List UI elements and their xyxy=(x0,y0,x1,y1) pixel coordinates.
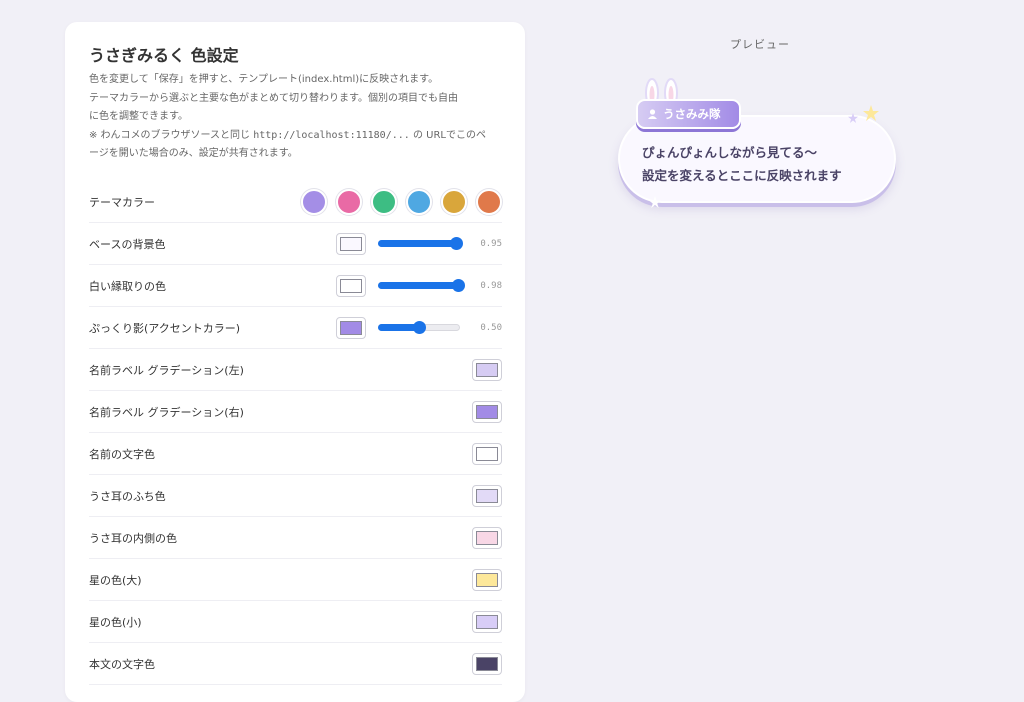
preview-title: プレビュー xyxy=(730,38,790,51)
description: 色を変更して「保存」を押すと、テンプレート(index.html)に反映されます… xyxy=(89,71,519,164)
setting-row: 白い縁取りの色 0.98 xyxy=(89,265,502,307)
user-icon xyxy=(648,109,657,119)
slider-knob[interactable] xyxy=(449,237,463,250)
theme-color-dot[interactable] xyxy=(301,188,327,215)
theme-color-dot[interactable] xyxy=(441,188,467,215)
theme-color-dot[interactable] xyxy=(406,188,432,215)
color-picker-fill xyxy=(340,278,362,293)
note-line: ※ わんコメのブラウザソースと同じ http://localhost:11180… xyxy=(89,127,519,146)
setting-controls: 0.50 xyxy=(336,316,502,339)
opacity-slider[interactable] xyxy=(378,279,466,292)
setting-row: うさ耳の内側の色 xyxy=(89,517,502,559)
settings-list: テーマカラー ベースの背景色 0.95 白い縁取りの色 0.98 ぷっくり影(アクセント… xyxy=(89,181,502,685)
color-picker-fill xyxy=(476,614,498,629)
color-picker-fill xyxy=(476,446,498,461)
setting-row: ぷっくり影(アクセントカラー) 0.50 xyxy=(89,307,502,349)
star-small-icon xyxy=(848,113,858,123)
setting-label: 星の色(大) xyxy=(89,573,142,587)
color-picker-fill xyxy=(476,362,498,377)
setting-label: 本文の文字色 xyxy=(89,657,155,671)
setting-row: 星の色(小) xyxy=(89,601,502,643)
setting-row: 星の色(大) xyxy=(89,559,502,601)
setting-label: 白い縁取りの色 xyxy=(89,279,166,293)
panel-title: うさぎみるく 色設定 xyxy=(89,46,239,65)
setting-controls xyxy=(472,526,502,549)
comment-text: ぴょんぴょんしながら見てる〜 設定を変えるとここに反映されます xyxy=(642,141,842,187)
theme-color-options xyxy=(292,188,502,215)
setting-row: 本文の文字色 xyxy=(89,643,502,685)
setting-label: ぷっくり影(アクセントカラー) xyxy=(89,321,241,335)
color-picker-fill xyxy=(476,404,498,419)
setting-controls xyxy=(472,568,502,591)
description-line: に色を調整できます。 xyxy=(89,111,188,122)
description-line: 色を変更して「保存」を押すと、テンプレート(index.html)に反映されます… xyxy=(89,74,439,85)
color-picker[interactable] xyxy=(472,610,502,633)
theme-color-row: テーマカラー xyxy=(89,181,502,223)
comment-line: 設定を変えるとここに反映されます xyxy=(642,168,842,183)
name-text: うさみみ隊 xyxy=(663,107,721,121)
color-picker[interactable] xyxy=(336,274,366,297)
color-picker[interactable] xyxy=(336,316,366,339)
opacity-value: 0.95 xyxy=(480,238,502,249)
slider-progress xyxy=(378,240,456,247)
color-picker[interactable] xyxy=(472,400,502,423)
setting-controls xyxy=(472,652,502,675)
opacity-slider[interactable] xyxy=(378,237,463,250)
theme-color-dot[interactable] xyxy=(336,188,362,215)
settings-panel: うさぎみるく 色設定 色を変更して「保存」を押すと、テンプレート(index.h… xyxy=(65,22,525,702)
slider-progress xyxy=(378,282,459,289)
theme-color-dot[interactable] xyxy=(476,188,502,215)
note-prefix: ※ わんコメのブラウザソースと同じ xyxy=(89,129,251,141)
setting-row: 名前の文字色 xyxy=(89,433,502,475)
setting-label: うさ耳の内側の色 xyxy=(89,531,177,545)
color-picker[interactable] xyxy=(472,442,502,465)
theme-color-dot[interactable] xyxy=(371,188,397,215)
note-line-2: ージを開いた場合のみ、設定が共有されます。 xyxy=(89,148,298,159)
color-picker[interactable] xyxy=(472,484,502,507)
setting-label: 名前ラベル グラデーション(左) xyxy=(89,363,244,377)
setting-controls xyxy=(472,610,502,633)
setting-controls xyxy=(472,358,502,381)
color-picker[interactable] xyxy=(336,232,366,255)
theme-color-label: テーマカラー xyxy=(89,195,155,209)
name-label: うさみみ隊 xyxy=(636,99,741,129)
star-bottom-icon xyxy=(649,196,661,208)
color-picker[interactable] xyxy=(472,526,502,549)
comment-line: ぴょんぴょんしながら見てる〜 xyxy=(642,145,818,160)
color-setting-rows: ベースの背景色 0.95 白い縁取りの色 0.98 ぷっくり影(アクセントカラー) 0.5… xyxy=(89,223,502,685)
setting-label: 星の色(小) xyxy=(89,615,142,629)
color-picker-fill xyxy=(476,656,498,671)
color-picker-fill xyxy=(476,530,498,545)
description-line: テーマカラーから選ぶと主要な色がまとめて切り替わります。個別の項目でも自由 xyxy=(89,92,458,104)
setting-label: うさ耳のふち色 xyxy=(89,489,166,503)
opacity-value: 0.98 xyxy=(480,280,502,291)
setting-controls xyxy=(472,484,502,507)
setting-row: ベースの背景色 0.95 xyxy=(89,223,502,265)
color-picker-fill xyxy=(340,236,362,251)
color-picker[interactable] xyxy=(472,568,502,591)
setting-controls: 0.98 xyxy=(336,274,502,297)
setting-row: 名前ラベル グラデーション(左) xyxy=(89,349,502,391)
opacity-value: 0.50 xyxy=(480,322,502,333)
setting-row: うさ耳のふち色 xyxy=(89,475,502,517)
opacity-slider[interactable] xyxy=(378,321,460,334)
setting-label: ベースの背景色 xyxy=(89,237,166,251)
color-picker-fill xyxy=(476,572,498,587)
setting-controls: 0.95 xyxy=(336,232,502,255)
setting-label: 名前の文字色 xyxy=(89,447,155,461)
note-suffix: の URLでこのペ xyxy=(412,129,487,141)
note-url: http://localhost:11180/... xyxy=(253,129,410,141)
color-picker-fill xyxy=(476,488,498,503)
setting-row: 名前ラベル グラデーション(右) xyxy=(89,391,502,433)
color-picker[interactable] xyxy=(472,652,502,675)
slider-knob[interactable] xyxy=(413,321,426,334)
setting-controls xyxy=(472,400,502,423)
color-picker[interactable] xyxy=(472,358,502,381)
setting-controls xyxy=(472,442,502,465)
setting-label: 名前ラベル グラデーション(右) xyxy=(89,405,244,419)
color-picker-fill xyxy=(340,320,362,335)
star-large-icon xyxy=(863,105,879,121)
